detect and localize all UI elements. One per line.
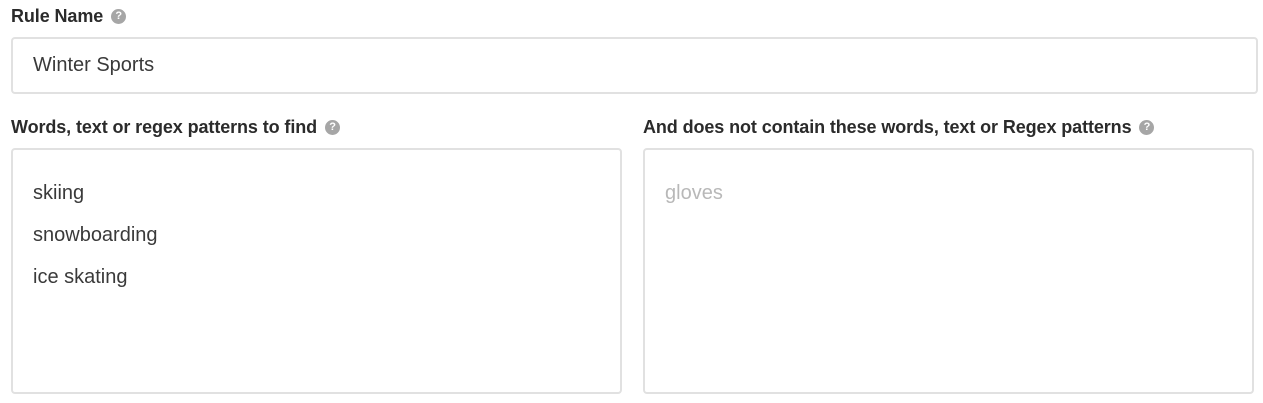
- find-patterns-label: Words, text or regex patterns to find: [11, 117, 318, 137]
- rule-name-input-box[interactable]: [11, 37, 1258, 94]
- find-pattern-line: snowboarding: [33, 224, 158, 246]
- find-patterns-label-row: Words, text or regex patterns to find ?: [11, 117, 341, 138]
- exclude-patterns-label-row: And does not contain these words, text o…: [643, 117, 1155, 138]
- exclude-patterns-label: And does not contain these words, text o…: [643, 117, 1132, 137]
- rule-name-input[interactable]: [13, 39, 1256, 92]
- question-circle-icon[interactable]: ?: [111, 9, 127, 24]
- exclude-patterns-textarea[interactable]: gloves: [643, 148, 1254, 394]
- rule-name-label: Rule Name: [11, 6, 104, 26]
- question-circle-icon[interactable]: ?: [325, 120, 341, 135]
- find-patterns-textarea[interactable]: skiing snowboarding ice skating: [11, 148, 622, 394]
- exclude-patterns-placeholder: gloves: [665, 182, 723, 204]
- question-circle-icon[interactable]: ?: [1139, 120, 1155, 135]
- find-pattern-line: skiing: [33, 182, 85, 204]
- rule-name-label-row: Rule Name ?: [11, 6, 127, 27]
- find-pattern-line: ice skating: [33, 266, 128, 288]
